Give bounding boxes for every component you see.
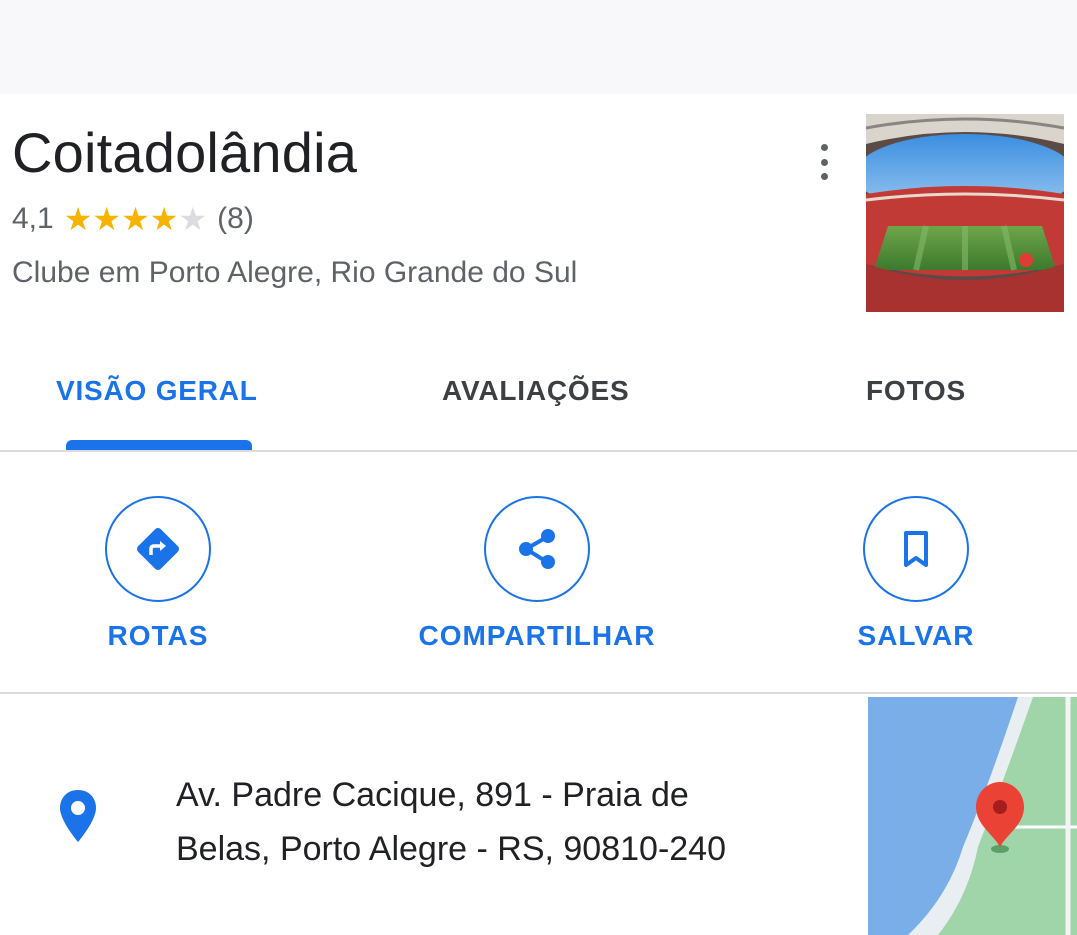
- place-photo-thumbnail[interactable]: [866, 114, 1064, 312]
- star-icon: ★: [63, 201, 93, 237]
- tab-divider: [0, 450, 1077, 452]
- save-label: SALVAR: [857, 620, 975, 651]
- share-button[interactable]: COMPARTILHAR: [407, 496, 667, 652]
- tab-bar: VISÃO GERAL AVALIAÇÕES FOTOS: [0, 355, 1077, 453]
- share-label: COMPARTILHAR: [418, 620, 656, 651]
- star-icon: ★: [92, 201, 122, 237]
- address-text[interactable]: Av. Padre Cacique, 891 - Praia de Belas,…: [176, 768, 836, 876]
- bookmark-icon: [904, 531, 928, 567]
- place-title: Coitadolândia: [12, 121, 358, 184]
- save-button[interactable]: SALVAR: [786, 496, 1046, 652]
- star-icon: ★: [121, 201, 150, 237]
- address-line-1: Av. Padre Cacique, 891 - Praia de: [176, 776, 689, 814]
- star-empty-icon: ★: [178, 201, 208, 237]
- tab-reviews[interactable]: AVALIAÇÕES: [442, 375, 629, 407]
- directions-button[interactable]: ROTAS: [28, 496, 288, 652]
- star-icon: ★: [149, 201, 179, 237]
- share-icon: [519, 529, 555, 569]
- directions-label: ROTAS: [107, 620, 209, 651]
- active-tab-indicator: [66, 440, 252, 450]
- tab-photos[interactable]: FOTOS: [866, 375, 966, 407]
- rating-row[interactable]: 4,1 ★ ★ ★ ★ ★ (8): [12, 202, 254, 236]
- actions-divider: [0, 692, 1077, 694]
- location-pin-icon: [58, 788, 98, 849]
- review-count: (8): [217, 202, 254, 235]
- rating-value: 4,1: [12, 202, 54, 235]
- rating-stars: ★ ★ ★ ★ ★: [64, 203, 207, 235]
- more-options-icon[interactable]: [808, 140, 840, 184]
- address-line-2: Belas, Porto Alegre - RS, 90810-240: [176, 830, 726, 868]
- top-bar: [0, 0, 1077, 94]
- directions-icon: [137, 528, 179, 570]
- place-category-location: Clube em Porto Alegre, Rio Grande do Sul: [12, 256, 578, 289]
- tab-overview[interactable]: VISÃO GERAL: [56, 375, 258, 407]
- map-preview[interactable]: [868, 697, 1077, 935]
